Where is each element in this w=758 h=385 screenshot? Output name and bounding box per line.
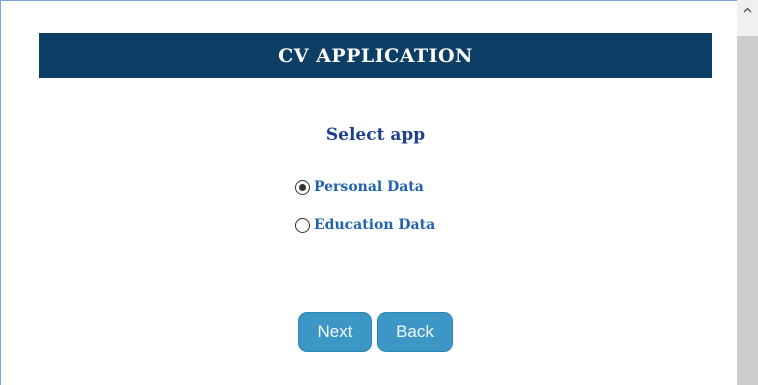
next-button[interactable]: Next <box>298 312 372 352</box>
back-button[interactable]: Back <box>377 312 453 352</box>
app-frame: CV APPLICATION Select app Personal Data … <box>0 0 758 385</box>
content-viewport: CV APPLICATION Select app Personal Data … <box>0 0 737 385</box>
radio-selected-icon[interactable] <box>295 179 310 195</box>
select-app-heading: Select app <box>325 125 426 145</box>
scrollbar-track[interactable] <box>737 36 758 385</box>
header-bar: CV APPLICATION <box>39 33 712 78</box>
option-personal-data[interactable]: Personal Data <box>295 177 435 197</box>
scroll-up-button[interactable] <box>737 0 758 36</box>
option-label-personal-data: Personal Data <box>314 179 424 195</box>
option-label-education-data: Education Data <box>314 217 436 233</box>
page-title: CV APPLICATION <box>278 44 473 67</box>
app-options: Personal Data Education Data <box>295 177 435 253</box>
radio-unselected-icon[interactable] <box>295 217 310 233</box>
chevron-up-icon <box>743 7 752 13</box>
radio-dot <box>299 183 306 191</box>
option-education-data[interactable]: Education Data <box>295 215 435 235</box>
vertical-scrollbar[interactable] <box>737 0 758 385</box>
